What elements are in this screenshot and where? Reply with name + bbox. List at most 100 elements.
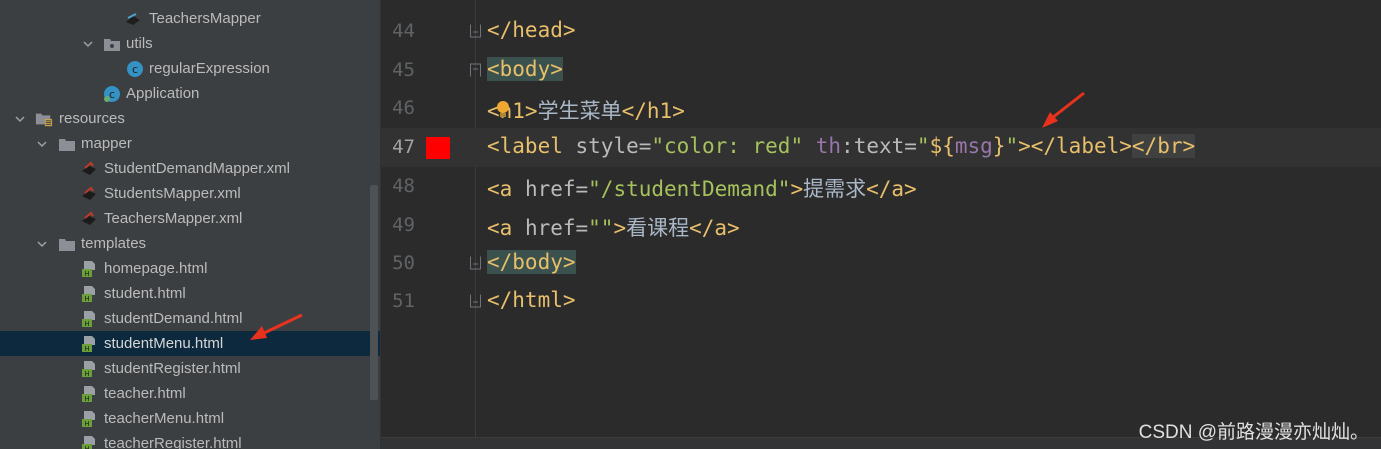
line-number: 46 [392, 97, 415, 119]
tree-item-label: studentRegister.html [104, 360, 241, 377]
tree-scrollbar[interactable] [370, 185, 378, 400]
code-text: <a href="/studentDemand">提需求</a> [487, 177, 917, 201]
tree-item-label: utils [126, 35, 153, 52]
annotation-arrow-icon [250, 313, 303, 340]
line-number: 49 [392, 214, 415, 236]
code-text: <a href="">看课程</a> [487, 216, 740, 240]
tree-item-teachersmapper[interactable]: TeachersMapper [0, 6, 370, 31]
tree-item-label: mapper [81, 135, 132, 152]
tree-item-teacher-html[interactable]: H teacher.html [0, 381, 370, 406]
package-folder-icon [103, 35, 121, 53]
mapper-interface-icon [124, 10, 142, 28]
code-line[interactable]: 49 <a href="">看课程</a> [381, 206, 1381, 245]
tree-item-studentsmapper-xml[interactable]: StudentsMapper.xml [0, 181, 370, 206]
java-class-icon: c [126, 60, 144, 78]
code-line[interactable]: 50 </body> [381, 244, 1381, 283]
tree-item-label: homepage.html [104, 260, 208, 277]
folder-icon [58, 135, 76, 153]
code-line[interactable]: 51 </html> [381, 282, 1381, 321]
tree-item-label: regularExpression [149, 60, 270, 77]
code-line[interactable]: 46 <h1>学生菜单</h1> [381, 89, 1381, 128]
tree-item-studentmenu-html[interactable]: H studentMenu.html [0, 331, 381, 356]
tree-item-label: StudentsMapper.xml [104, 185, 241, 202]
tree-item-resources[interactable]: resources [0, 106, 370, 131]
annotation-arrow-icon [1042, 91, 1085, 128]
tree-item-label: teacherRegister.html [104, 435, 242, 449]
html-file-icon: H [80, 335, 98, 353]
html-file-icon: H [80, 310, 98, 328]
fold-start-icon[interactable] [469, 63, 482, 77]
code-text: </head> [487, 18, 576, 42]
line-number: 50 [392, 252, 415, 274]
tree-item-studentdemandmapper-xml[interactable]: StudentDemandMapper.xml [0, 156, 370, 181]
html-file-icon: H [80, 385, 98, 403]
fold-end-icon[interactable] [469, 256, 482, 270]
code-line[interactable]: 48 <a href="/studentDemand">提需求</a> [381, 167, 1381, 206]
chevron-down-icon[interactable] [36, 238, 48, 250]
tree-item-regularexpression[interactable]: c regularExpression [0, 56, 370, 81]
tree-item-utils[interactable]: utils [0, 31, 370, 56]
tree-item-label: TeachersMapper.xml [104, 210, 243, 227]
line-number: 48 [392, 175, 415, 197]
project-tree: TeachersMapper utils c regularExpression… [0, 0, 381, 449]
fold-end-icon[interactable] [469, 294, 482, 308]
tree-item-label: TeachersMapper [149, 10, 261, 27]
line-number: 45 [392, 59, 415, 81]
line-number: 44 [392, 20, 415, 42]
line-number: 51 [392, 290, 415, 312]
tree-item-label: StudentDemandMapper.xml [104, 160, 290, 177]
tree-item-label: teacherMenu.html [104, 410, 225, 427]
mybatis-xml-icon [80, 160, 98, 178]
svg-text:H: H [84, 420, 89, 428]
svg-text:H: H [84, 395, 89, 403]
svg-text:c: c [132, 63, 138, 76]
mybatis-xml-icon [80, 185, 98, 203]
svg-text:H: H [84, 295, 89, 303]
code-text: </body> [487, 250, 576, 274]
svg-text:H: H [84, 320, 89, 328]
html-file-icon: H [80, 410, 98, 428]
code-text: <body> [487, 57, 563, 81]
tree-item-templates[interactable]: templates [0, 231, 370, 256]
tree-item-homepage-html[interactable]: H homepage.html [0, 256, 370, 281]
folder-icon [58, 235, 76, 253]
code-line-current[interactable]: 47 <label style="color: red" th:text="${… [381, 128, 1381, 167]
resources-folder-icon [35, 110, 53, 128]
code-line[interactable]: 44 </head> [381, 12, 1381, 51]
svg-text:H: H [84, 370, 89, 378]
tree-item-label: templates [81, 235, 147, 252]
svg-text:H: H [84, 445, 89, 449]
tree-item-mapper[interactable]: mapper [0, 131, 370, 156]
tree-item-application[interactable]: c Application [0, 81, 370, 106]
spring-boot-class-icon: c [103, 85, 121, 103]
tree-item-label: Application [126, 85, 200, 102]
html-file-icon: H [80, 360, 98, 378]
watermark: CSDN @前路漫漫亦灿灿。 [1138, 422, 1369, 443]
code-text: </html> [487, 288, 576, 312]
mybatis-xml-icon [80, 210, 98, 228]
tree-item-studentdemand-html[interactable]: H studentDemand.html [0, 306, 370, 331]
tree-item-label: student.html [104, 285, 186, 302]
html-file-icon: H [80, 285, 98, 303]
chevron-down-icon[interactable] [36, 138, 48, 150]
code-text: <h1>学生菜单</h1> [487, 99, 685, 123]
svg-text:H: H [84, 345, 89, 353]
intention-bulb-icon[interactable] [494, 99, 512, 119]
code-editor[interactable]: 44 </head> 45 <body> 46 <h1>学生菜单</h1> 47… [381, 0, 1381, 449]
tree-item-label: studentDemand.html [104, 310, 243, 327]
tree-item-studentregister-html[interactable]: H studentRegister.html [0, 356, 370, 381]
fold-end-icon[interactable] [469, 24, 482, 38]
tree-item-teachermenu-html[interactable]: H teacherMenu.html [0, 406, 370, 431]
tree-item-label: resources [59, 110, 125, 127]
tree-item-teacherregister-html[interactable]: H teacherRegister.html [0, 431, 370, 449]
chevron-down-icon[interactable] [14, 113, 26, 125]
svg-text:H: H [84, 270, 89, 278]
tree-item-label: teacher.html [104, 385, 186, 402]
chevron-down-icon[interactable] [82, 38, 94, 50]
tree-item-teachersmapper-xml[interactable]: TeachersMapper.xml [0, 206, 370, 231]
code-line[interactable]: 45 <body> [381, 51, 1381, 90]
tree-item-student-html[interactable]: H student.html [0, 281, 370, 306]
code-text: <label style="color: red" th:text="${msg… [487, 134, 1196, 158]
breakpoint-marker[interactable] [426, 137, 450, 159]
html-file-icon: H [80, 435, 98, 449]
